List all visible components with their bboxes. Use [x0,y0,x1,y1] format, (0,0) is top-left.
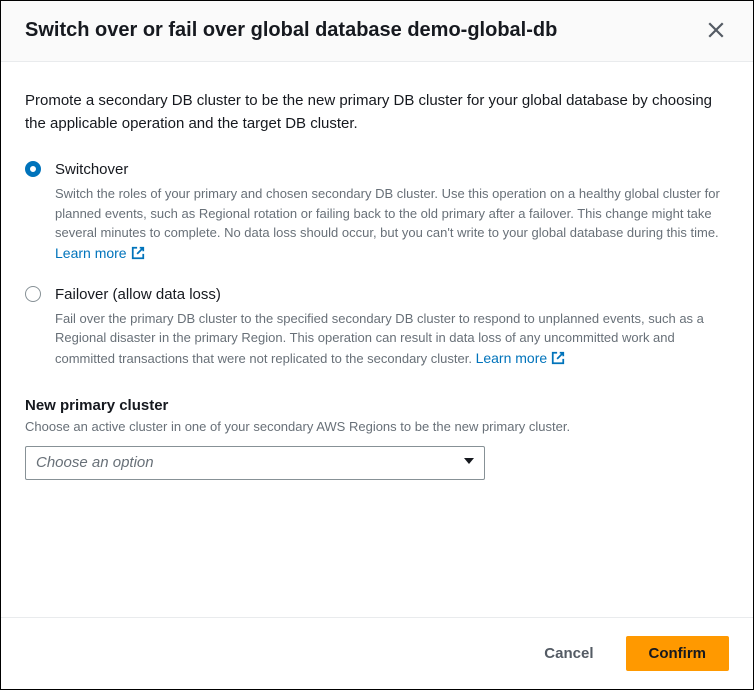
modal-header: Switch over or fail over global database… [1,1,753,62]
learn-more-switchover[interactable]: Learn more [55,243,145,264]
radio-content: Switchover Switch the roles of your prim… [55,159,729,264]
external-link-icon [551,351,565,365]
external-link-icon [131,246,145,260]
modal-body: Promote a secondary DB cluster to be the… [1,62,753,617]
cluster-select-wrap: Choose an option [25,446,485,480]
modal-footer: Cancel Confirm [1,617,753,689]
modal-title: Switch over or fail over global database… [25,17,557,43]
radio-desc-failover: Fail over the primary DB cluster to the … [55,309,729,369]
radio-label-failover: Failover (allow data loss) [55,284,729,305]
radio-circle-icon [25,286,41,302]
cluster-select[interactable]: Choose an option [25,446,485,480]
learn-more-failover[interactable]: Learn more [476,348,566,369]
cancel-button[interactable]: Cancel [522,636,615,671]
intro-text: Promote a secondary DB cluster to be the… [25,90,729,135]
cluster-section-label: New primary cluster [25,397,729,414]
operation-radio-group: Switchover Switch the roles of your prim… [25,159,729,369]
cluster-section-hint: Choose an active cluster in one of your … [25,418,729,436]
new-primary-cluster-section: New primary cluster Choose an active clu… [25,397,729,480]
radio-input-switchover[interactable] [25,161,43,179]
radio-content: Failover (allow data loss) Fail over the… [55,284,729,369]
radio-desc-switchover: Switch the roles of your primary and cho… [55,184,729,264]
confirm-button[interactable]: Confirm [626,636,730,671]
radio-label-switchover: Switchover [55,159,729,180]
radio-option-failover[interactable]: Failover (allow data loss) Fail over the… [25,284,729,369]
radio-circle-icon [25,161,41,177]
cluster-select-placeholder: Choose an option [36,454,154,471]
close-button[interactable] [703,17,729,43]
close-icon [707,21,725,39]
radio-input-failover[interactable] [25,286,43,304]
radio-option-switchover[interactable]: Switchover Switch the roles of your prim… [25,159,729,264]
